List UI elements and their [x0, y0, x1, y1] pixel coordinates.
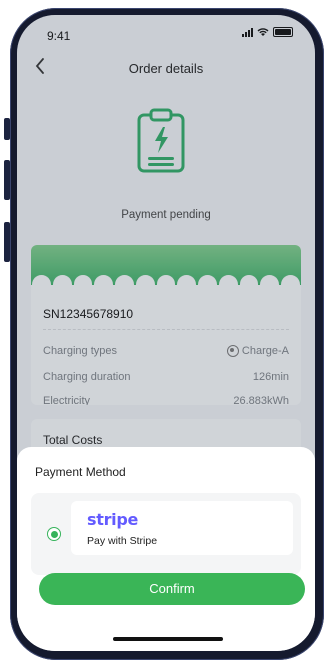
radio-selected[interactable]	[47, 527, 61, 541]
payment-option-stripe[interactable]: stripe Pay with Stripe	[31, 493, 301, 575]
screen: 9:41 Order details Payment pending SN123…	[17, 15, 315, 651]
side-button-volume-down	[4, 222, 10, 262]
payment-method-sheet: Payment Method stripe Pay with Stripe Co…	[17, 447, 315, 651]
confirm-button[interactable]: Confirm	[39, 573, 305, 605]
home-indicator[interactable]	[113, 637, 223, 641]
stripe-logo: stripe	[87, 510, 139, 529]
side-button-silent	[4, 118, 10, 140]
stripe-method-label: Pay with Stripe	[87, 535, 158, 547]
stripe-method-card[interactable]: stripe Pay with Stripe	[71, 501, 293, 555]
side-button-volume-up	[4, 160, 10, 200]
sheet-title: Payment Method	[35, 465, 126, 479]
